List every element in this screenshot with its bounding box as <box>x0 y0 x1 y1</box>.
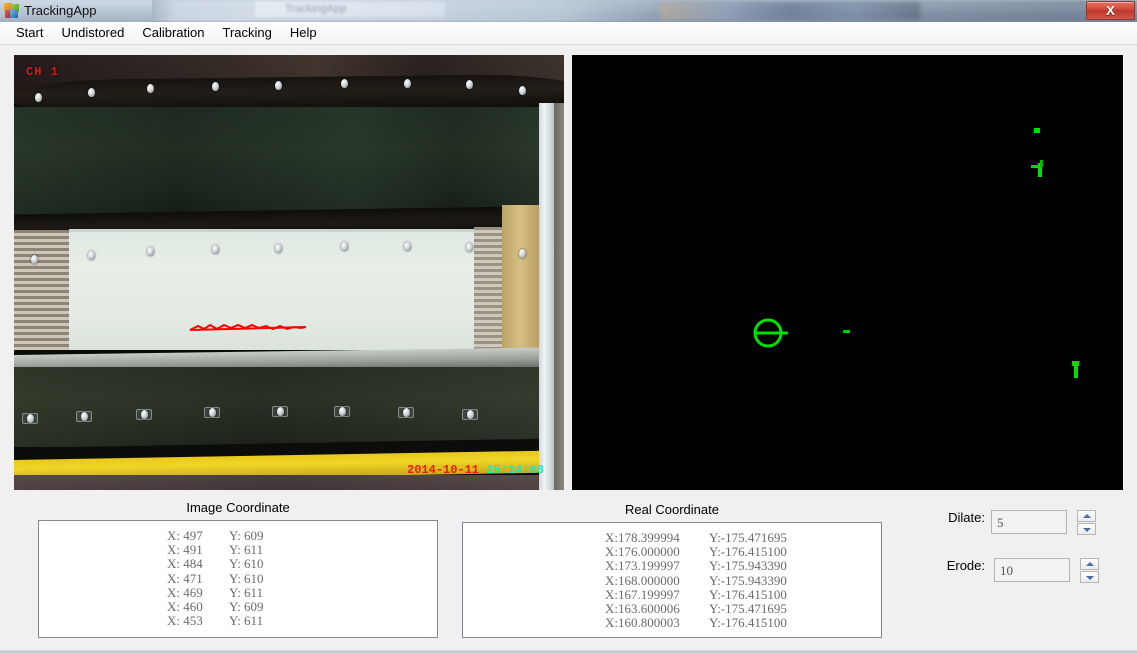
real-coordinate-rows: X:178.399994 Y:-175.471695 X:176.000000 … <box>463 523 881 630</box>
list-item[interactable]: X:167.199997 Y:-176.415100 <box>463 586 881 602</box>
image-coord-y: Y: 611 <box>229 613 264 629</box>
list-item[interactable]: X:173.199997 Y:-175.943390 <box>463 559 881 573</box>
binary-tracking-panel[interactable] <box>572 55 1123 490</box>
image-coord-y: Y: 611 <box>229 542 264 558</box>
image-coord-x: X: 471 <box>167 570 203 586</box>
video-timestamp-overlay: 2014-10-11 15:14:08 <box>407 463 544 477</box>
real-coord-x: X:173.199997 <box>605 558 680 574</box>
tracking-app-window: TrackingApp TrackingApp X Start Undistor… <box>0 0 1137 653</box>
list-item[interactable]: X: 453 Y: 611 <box>39 614 437 628</box>
chevron-down-icon <box>1083 528 1091 532</box>
list-item[interactable]: X:176.000000 Y:-176.415100 <box>463 545 881 559</box>
real-coord-y: Y:-176.415100 <box>709 544 787 560</box>
menu-item-start[interactable]: Start <box>7 23 52 43</box>
video-frame: CH 1 2014-10-11 15:14:08 <box>14 55 564 490</box>
real-coord-y: Y:-176.415100 <box>709 615 787 631</box>
image-coordinate-rows: X: 497 Y: 609 X: 491 Y: 611 X: 484 Y: 61… <box>39 521 437 628</box>
window-title: TrackingApp <box>24 3 97 18</box>
title-bar: TrackingApp TrackingApp X <box>0 0 1137 22</box>
image-coord-x: X: 453 <box>167 613 203 629</box>
list-item[interactable]: X: 469 Y: 611 <box>39 584 437 600</box>
camera-video-panel[interactable]: CH 1 2014-10-11 15:14:08 <box>14 55 564 490</box>
binary-view-canvas <box>572 55 1123 490</box>
dilate-input[interactable] <box>991 510 1067 534</box>
blob-top-right-a <box>1034 128 1040 133</box>
list-item[interactable]: X: 471 Y: 610 <box>39 570 437 586</box>
image-coord-y: Y: 609 <box>229 599 264 615</box>
erode-stepper[interactable] <box>1080 558 1099 584</box>
image-coord-y: Y: 611 <box>229 584 264 600</box>
tracking-trajectory-overline <box>189 323 307 331</box>
image-coord-x: X: 484 <box>167 556 203 572</box>
titlebar-blurred-window-title: TrackingApp <box>285 3 347 15</box>
close-button[interactable]: X <box>1086 1 1135 20</box>
list-item[interactable]: X: 460 Y: 609 <box>39 599 437 615</box>
image-coord-y: Y: 609 <box>229 528 264 543</box>
real-coord-y: Y:-175.943390 <box>709 572 787 588</box>
real-coord-x: X:178.399994 <box>605 530 680 545</box>
real-coord-y: Y:-176.415100 <box>709 586 787 602</box>
video-channel-label: CH 1 <box>26 65 59 79</box>
image-coord-y: Y: 610 <box>229 556 264 572</box>
titlebar-blurred-window-a <box>255 1 445 17</box>
real-coord-x: X:176.000000 <box>605 544 680 560</box>
list-item[interactable]: X: 497 Y: 609 <box>39 528 437 543</box>
erode-label: Erode: <box>946 558 985 573</box>
image-coord-y: Y: 610 <box>229 570 264 586</box>
dilate-stepper[interactable] <box>1077 510 1096 536</box>
menu-item-tracking[interactable]: Tracking <box>214 23 281 43</box>
menu-item-calibration[interactable]: Calibration <box>133 23 213 43</box>
real-coord-x: X:168.000000 <box>605 572 680 588</box>
real-coord-x: X:160.800003 <box>605 615 680 631</box>
real-coord-y: Y:-175.471695 <box>709 601 787 617</box>
video-timestamp-date: 2014-10-11 <box>407 463 480 477</box>
list-item[interactable]: X:178.399994 Y:-175.471695 <box>463 530 881 545</box>
list-item[interactable]: X: 484 Y: 610 <box>39 557 437 571</box>
image-coord-x: X: 460 <box>167 599 203 615</box>
chevron-down-icon <box>1086 576 1094 580</box>
blob-right-of-target <box>843 330 850 333</box>
dilate-increment-button[interactable] <box>1077 510 1096 522</box>
real-coord-y: Y:-175.471695 <box>709 530 787 545</box>
image-coord-x: X: 497 <box>167 528 203 543</box>
erode-input[interactable] <box>994 558 1070 582</box>
real-coordinate-listbox[interactable]: X:178.399994 Y:-175.471695 X:176.000000 … <box>462 522 882 638</box>
dilate-label: Dilate: <box>948 510 985 525</box>
titlebar-glass-backdrop <box>0 0 1137 22</box>
close-icon: X <box>1106 3 1115 18</box>
dilate-decrement-button[interactable] <box>1077 523 1096 535</box>
erode-decrement-button[interactable] <box>1080 571 1099 583</box>
image-coordinate-title: Image Coordinate <box>186 500 290 515</box>
video-timestamp-time: 15:14:08 <box>486 463 544 477</box>
image-coord-x: X: 469 <box>167 584 203 600</box>
app-blocks-icon <box>4 3 20 19</box>
erode-increment-button[interactable] <box>1080 558 1099 570</box>
list-item[interactable]: X:163.600006 Y:-175.471695 <box>463 601 881 617</box>
image-coord-x: X: 491 <box>167 542 203 558</box>
real-coord-x: X:163.600006 <box>605 601 680 617</box>
real-coord-y: Y:-175.943390 <box>709 558 787 574</box>
list-item[interactable]: X:168.000000 Y:-175.943390 <box>463 572 881 588</box>
titlebar-blurred-window-b <box>660 2 920 20</box>
list-item[interactable]: X: 491 Y: 611 <box>39 543 437 557</box>
real-coord-x: X:167.199997 <box>605 586 680 602</box>
menu-item-help[interactable]: Help <box>281 23 326 43</box>
list-item[interactable]: X:160.800003 Y:-176.415100 <box>463 616 881 630</box>
real-coordinate-title: Real Coordinate <box>625 502 719 517</box>
menu-item-undistored[interactable]: Undistored <box>52 23 133 43</box>
image-coordinate-listbox[interactable]: X: 497 Y: 609 X: 491 Y: 611 X: 484 Y: 61… <box>38 520 438 638</box>
chevron-up-icon <box>1083 514 1091 518</box>
chevron-up-icon <box>1086 562 1094 566</box>
menu-bar: Start Undistored Calibration Tracking He… <box>0 22 1137 45</box>
